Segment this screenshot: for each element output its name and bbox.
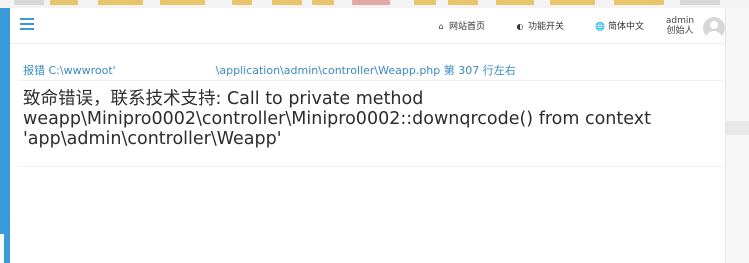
- right-side-panel: [725, 8, 749, 263]
- globe-icon: 🌐: [595, 22, 605, 31]
- nav-home[interactable]: ⌂ 网站首页: [436, 20, 485, 34]
- top-navbar: ⌂ 网站首页 ◐ 功能开关 🌐 简体中文 admin 创始人: [10, 8, 725, 44]
- nav-feature-switch-label: 功能开关: [528, 22, 565, 32]
- error-message: 致命错误，联系技术支持: Call to private method weap…: [23, 89, 713, 149]
- nav-language-label: 简体中文: [608, 22, 645, 32]
- error-message-line-3: 'app\admin\controller\Weapp': [23, 129, 282, 149]
- error-location-suffix: \application\admin\controller\Weapp.php …: [215, 64, 516, 77]
- error-message-line-2: weapp\Minipro0002\controller\Minipro0002…: [23, 109, 651, 129]
- home-icon: ⌂: [438, 22, 444, 31]
- divider: [18, 166, 723, 167]
- user-role: 创始人: [666, 26, 694, 36]
- side-tab[interactable]: [726, 121, 749, 135]
- error-message-line-1: 致命错误，联系技术支持: Call to private method: [23, 89, 424, 109]
- toggle-icon: ◐: [516, 22, 524, 31]
- nav-home-label: 网站首页: [449, 22, 486, 32]
- error-location-prefix: 报错 C:\wwwroot': [23, 64, 116, 77]
- menu-toggle-icon[interactable]: [20, 18, 34, 32]
- user-name: admin: [665, 16, 695, 26]
- nav-language[interactable]: 🌐 简体中文: [595, 20, 644, 34]
- avatar[interactable]: [703, 17, 725, 39]
- user-info[interactable]: admin 创始人: [660, 16, 700, 40]
- sidebar-stub: [0, 234, 4, 263]
- nav-feature-switch[interactable]: ◐ 功能开关: [515, 20, 565, 34]
- bookmark-bar: [0, 0, 749, 8]
- sidebar-accent: [0, 8, 10, 263]
- error-location: 报错 C:\wwwroot' \application\admin\control…: [23, 62, 516, 78]
- divider: [18, 80, 723, 81]
